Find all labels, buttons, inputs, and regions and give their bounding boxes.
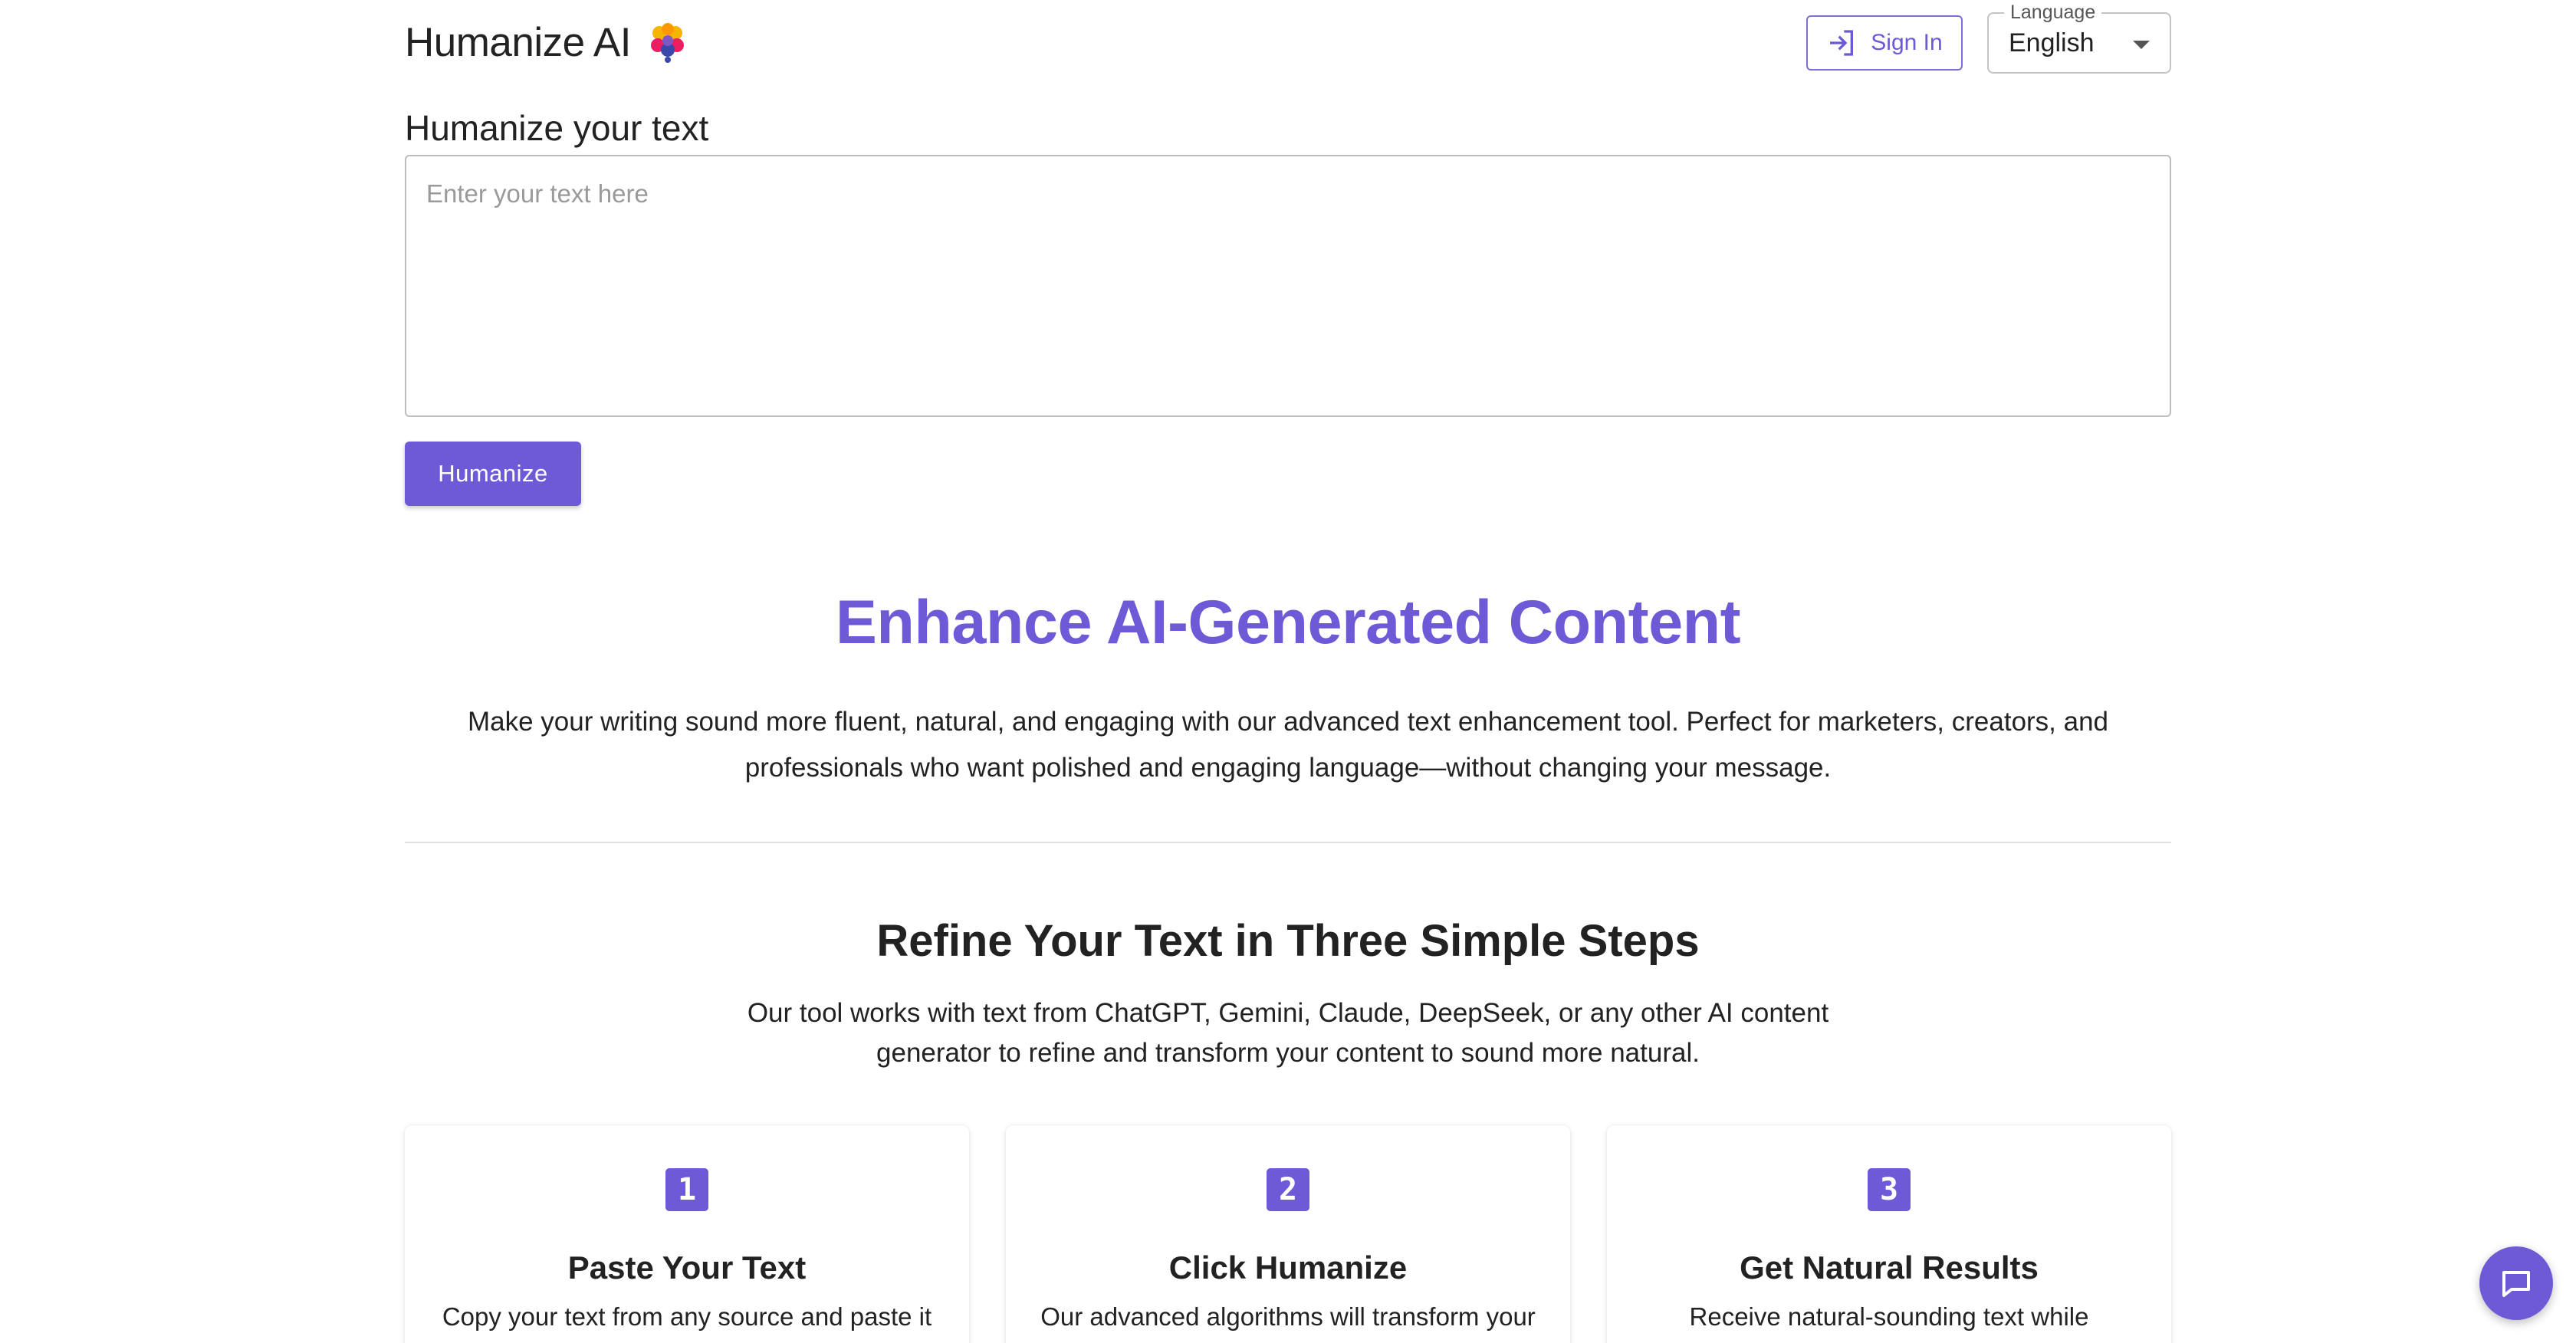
- language-value: English: [2009, 28, 2095, 57]
- step-title: Get Natural Results: [1740, 1249, 2039, 1286]
- chat-icon: [2502, 1271, 2530, 1297]
- login-icon: [1830, 30, 1854, 56]
- page: Humanize AI Sign In Language English Hum…: [0, 0, 2576, 1343]
- language-select[interactable]: Language English: [1987, 2, 2171, 74]
- step-text: Receive natural-sounding text while: [1689, 1302, 2089, 1331]
- sign-in-label: Sign In: [1871, 30, 1943, 55]
- step-text: Copy your text from any source and paste…: [442, 1302, 932, 1331]
- step-number-2-icon: 2: [1267, 1168, 1309, 1211]
- hero-title: Enhance AI-Generated Content: [835, 588, 1741, 657]
- step-card-3: 3 Get Natural Results Receive natural-so…: [1607, 1125, 2171, 1343]
- divider: [405, 842, 2171, 843]
- step-card-2: 2 Click Humanize Our advanced algorithms…: [1006, 1125, 1570, 1343]
- chat-button[interactable]: [2479, 1246, 2553, 1320]
- step-title: Paste Your Text: [567, 1249, 807, 1286]
- brand-name: Humanize AI: [405, 19, 631, 65]
- caret-down-icon: [2133, 41, 2150, 49]
- sign-in-button[interactable]: Sign In: [1806, 15, 1963, 71]
- step-text: Our advanced algorithms will transform y…: [1040, 1302, 1536, 1331]
- hero-description: Make your writing sound more fluent, nat…: [467, 707, 2109, 783]
- brand-logo-icon: [650, 23, 684, 63]
- text-input[interactable]: [405, 155, 2171, 417]
- humanize-label: Humanize your text: [405, 108, 709, 148]
- step-number-1-icon: 1: [665, 1168, 708, 1211]
- language-legend: Language: [2004, 2, 2102, 23]
- brand[interactable]: Humanize AI: [405, 17, 689, 67]
- steps-description: Our tool works with text from ChatGPT, G…: [747, 998, 1829, 1068]
- humanize-button[interactable]: Humanize: [405, 442, 581, 506]
- steps-title: Refine Your Text in Three Simple Steps: [876, 916, 1700, 966]
- step-number-3-icon: 3: [1868, 1168, 1911, 1211]
- step-card-1: 1 Paste Your Text Copy your text from an…: [405, 1125, 969, 1343]
- step-title: Click Humanize: [1168, 1249, 1408, 1286]
